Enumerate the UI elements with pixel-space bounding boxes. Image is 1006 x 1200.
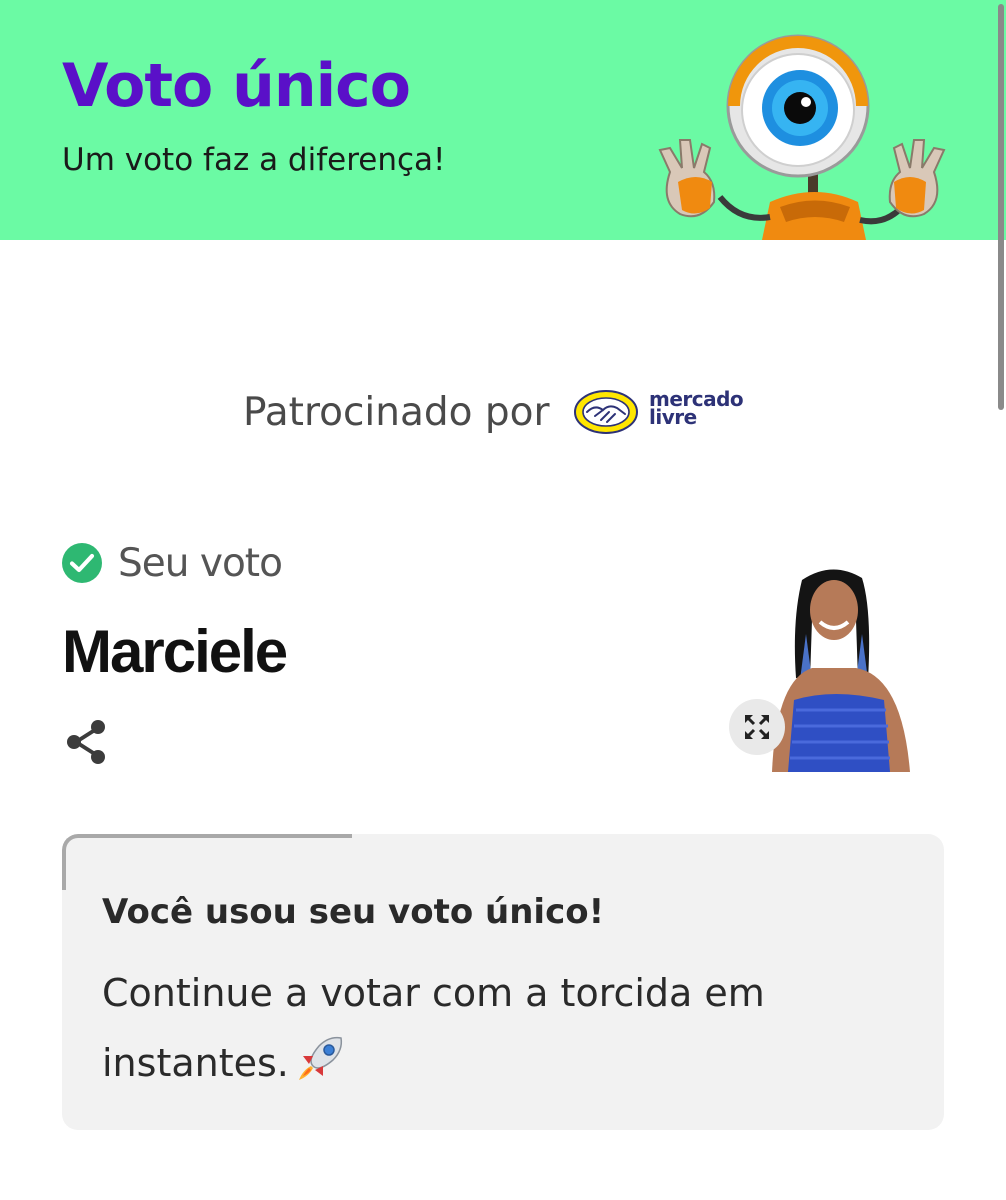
expand-icon xyxy=(745,715,769,739)
header-banner: Voto único Um voto faz a diferença! xyxy=(0,0,1006,240)
mercado-livre-logo: mercado livre xyxy=(573,386,753,442)
banner-title: Voto único xyxy=(62,51,411,121)
candidate-name: Marciele xyxy=(62,618,288,685)
banner-subtitle: Um voto faz a diferença! xyxy=(62,142,446,178)
scrollbar[interactable] xyxy=(998,4,1004,410)
rocket-icon xyxy=(298,1036,342,1080)
expand-photo-button[interactable] xyxy=(729,699,785,755)
vote-confirmation-card: Você usou seu voto único! Continue a vot… xyxy=(62,834,944,1130)
card-body: Continue a votar com a torcida em instan… xyxy=(102,958,822,1098)
vote-status-label: Seu voto xyxy=(118,541,283,586)
card-progress-indicator xyxy=(62,834,352,890)
sponsor-label: Patrocinado por xyxy=(243,390,550,435)
voting-page: Voto único Um voto faz a diferença! Patr… xyxy=(0,0,1006,1200)
eye-robot-mascot-icon xyxy=(658,34,946,240)
check-circle-icon xyxy=(62,543,102,583)
share-icon[interactable] xyxy=(64,718,110,766)
handshake-icon xyxy=(574,390,638,434)
card-title: Você usou seu voto único! xyxy=(102,892,605,932)
mercado-livre-wordmark: mercado livre xyxy=(649,389,744,427)
card-body-text: Continue a votar com a torcida em instan… xyxy=(102,971,765,1085)
